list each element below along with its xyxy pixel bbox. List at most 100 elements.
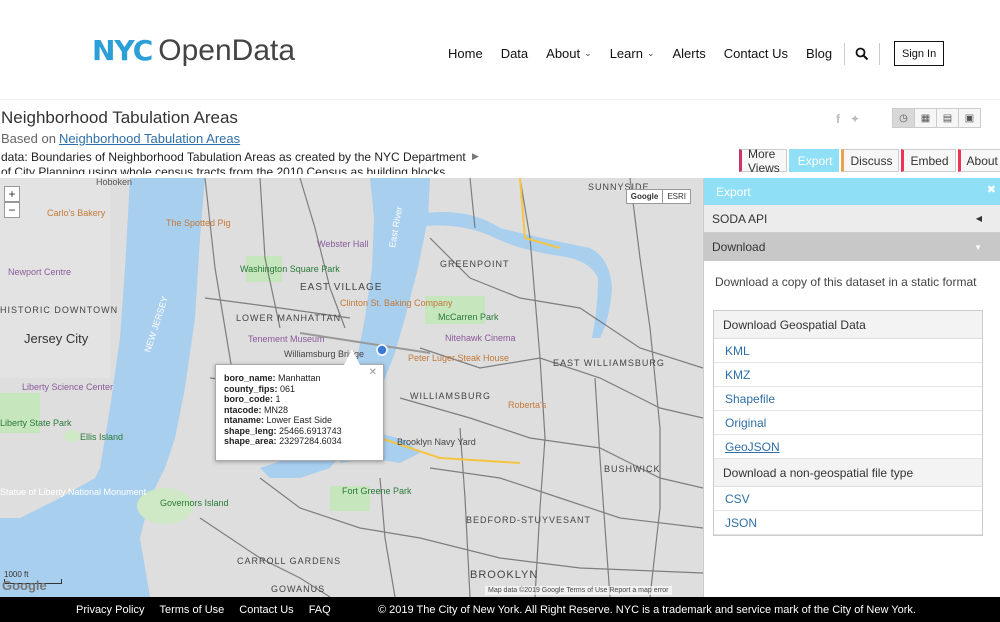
nav-learn-label: Learn <box>609 46 643 61</box>
download-csv-link[interactable]: CSV <box>714 487 982 511</box>
grid-icon[interactable]: ▦ <box>914 108 937 128</box>
close-icon[interactable]: ✖ <box>987 183 996 196</box>
footer-contact-link[interactable]: Contact Us <box>239 604 293 616</box>
popup-value: 25466.6913743 <box>279 425 342 436</box>
caret-down-icon: ▼ <box>974 242 982 252</box>
map-label: BROOKLYN <box>470 569 538 581</box>
chevron-down-icon: ⌄ <box>584 48 592 58</box>
facebook-icon[interactable]: f <box>836 112 840 126</box>
popup-key: shape_area: <box>224 436 277 446</box>
tab-discuss[interactable]: Discuss <box>841 149 900 172</box>
popup-key: boro_name: <box>224 373 276 383</box>
nav-blog[interactable]: Blog <box>806 46 832 61</box>
map-label: GREENPOINT <box>440 259 510 269</box>
map-label: Fort Greene Park <box>342 486 412 496</box>
based-on: Based on Neighborhood Tabulation Areas <box>1 131 240 146</box>
map-label: Washington Square Park <box>240 264 340 274</box>
sign-in-button[interactable]: Sign In <box>894 41 945 66</box>
dataset-title: Neighborhood Tabulation Areas <box>1 108 238 127</box>
footer-faq-link[interactable]: FAQ <box>309 604 331 616</box>
tab-about[interactable]: About <box>957 149 1000 172</box>
footer: Privacy Policy Terms of Use Contact Us F… <box>0 597 1000 622</box>
export-panel-title: Export <box>716 184 751 199</box>
footer-terms-link[interactable]: Terms of Use <box>159 604 224 616</box>
map-label: Brooklyn Navy Yard <box>397 437 476 447</box>
download-section[interactable]: Download ▼ <box>704 233 1000 261</box>
google-logo: Google <box>2 578 47 593</box>
tab-more-views[interactable]: More Views <box>739 147 787 175</box>
nav-divider <box>879 42 881 65</box>
list-icon[interactable]: ▤ <box>936 108 959 128</box>
map-attribution[interactable]: Map data ©2019 Google Terms of Use Repor… <box>485 586 672 595</box>
nav-home[interactable]: Home <box>448 46 483 61</box>
logo-nyc-text: NYC <box>92 34 153 67</box>
clock-icon[interactable]: ◷ <box>892 108 915 128</box>
download-geojson-link[interactable]: GeoJSON <box>714 435 982 459</box>
popup-key: ntacode: <box>224 404 262 415</box>
popup-key: county_fips: <box>224 383 278 394</box>
map-view[interactable]: Hoboken Carlo's Bakery The Spotted Pig W… <box>0 178 703 597</box>
window-icon[interactable]: ▣ <box>958 108 981 128</box>
map-label: EAST WILLIAMSBURG <box>553 358 665 368</box>
map-label: BUSHWICK <box>604 464 661 474</box>
map-label: LOWER MANHATTAN <box>236 313 341 323</box>
chevron-down-icon: ⌄ <box>646 48 655 58</box>
nyc-opendata-logo[interactable]: NYC OpenData <box>92 34 295 70</box>
map-label: Nitehawk Cinema <box>445 333 516 343</box>
soda-api-label: SODA API <box>712 211 768 226</box>
map-label: Governors Island <box>160 498 229 508</box>
map-label: Jersey City <box>24 331 89 346</box>
footer-privacy-link[interactable]: Privacy Policy <box>76 604 144 616</box>
close-icon[interactable]: ✕ <box>369 367 377 379</box>
popup-key: ntaname: <box>224 415 265 425</box>
feature-popup: ✕ boro_name: Manhattan county_fips: 061 … <box>215 349 384 461</box>
map-label: EAST VILLAGE <box>300 282 382 293</box>
nav-contact-us[interactable]: Contact Us <box>724 46 788 61</box>
zoom-out-button[interactable]: − <box>4 202 20 218</box>
popup-row: county_fips: 061 <box>224 384 375 395</box>
map-label: GOWANUS <box>271 584 325 594</box>
tab-embed[interactable]: Embed <box>901 149 956 172</box>
map-label: Liberty Science Center <box>22 382 113 392</box>
download-json-link[interactable]: JSON <box>714 511 982 535</box>
based-on-link[interactable]: Neighborhood Tabulation Areas <box>59 131 240 146</box>
nav-alerts-label: Alerts <box>672 46 706 61</box>
expand-description-icon[interactable]: ▶ <box>472 151 479 162</box>
map-label: Roberta's <box>508 400 547 410</box>
nav-home-label: Home <box>448 46 483 61</box>
popup-row: ntacode: MN28 <box>224 405 375 416</box>
dataset-description: data: Boundaries of Neighborhood Tabulat… <box>1 150 466 174</box>
top-navigation: NYC OpenData Home Data About ⌄ Learn ⌄ Ale… <box>0 0 1000 100</box>
popup-key: boro_code: <box>224 394 274 404</box>
popup-pointer <box>344 349 360 365</box>
soda-api-section[interactable]: SODA API ◀ <box>704 205 1000 233</box>
basemap-google-button[interactable]: Google <box>627 190 664 203</box>
map-label: The Spotted Pig <box>166 218 231 228</box>
download-kmz-link[interactable]: KMZ <box>714 363 982 387</box>
map-label: Statue of Liberty National Monument <box>0 487 147 497</box>
search-icon[interactable] <box>855 47 869 61</box>
map-label: McCarren Park <box>438 312 499 322</box>
map-label: Webster Hall <box>317 239 368 249</box>
zoom-in-button[interactable]: + <box>4 186 20 202</box>
nav-data[interactable]: Data <box>501 46 528 61</box>
tab-export[interactable]: Export <box>788 149 840 172</box>
nav-learn[interactable]: Learn ⌄ <box>610 46 655 61</box>
download-description: Download a copy of this dataset in a sta… <box>715 275 977 289</box>
zoom-controls: + − <box>4 186 20 218</box>
download-shapefile-link[interactable]: Shapefile <box>714 387 982 411</box>
download-options: Download Geospatial Data KML KMZ Shapefi… <box>713 310 983 536</box>
popup-row: ntaname: Lower East Side <box>224 415 375 426</box>
social-share: f ✦ <box>836 112 860 126</box>
export-panel-header: Export ✖ <box>704 178 1000 205</box>
map-label: Hoboken <box>96 178 132 187</box>
map-label: Clinton St. Baking Company <box>340 298 453 308</box>
popup-value: 23297284.6034 <box>279 436 342 446</box>
twitter-icon[interactable]: ✦ <box>850 112 860 126</box>
download-original-link[interactable]: Original <box>714 411 982 435</box>
nav-about[interactable]: About ⌄ <box>546 46 592 61</box>
nav-alerts[interactable]: Alerts <box>672 46 705 61</box>
basemap-esri-button[interactable]: ESRI <box>663 190 690 203</box>
download-kml-link[interactable]: KML <box>714 339 982 363</box>
geospatial-header: Download Geospatial Data <box>714 311 982 339</box>
